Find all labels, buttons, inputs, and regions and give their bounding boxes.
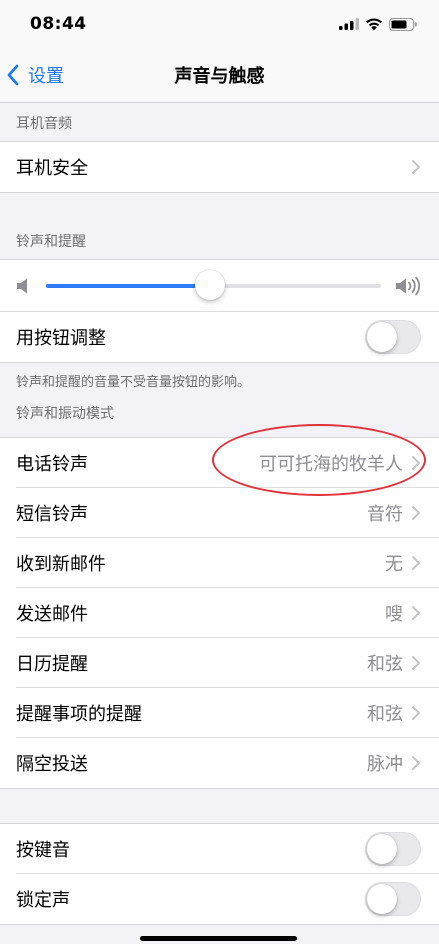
headphone-safety-row[interactable]: 耳机安全 <box>16 142 439 192</box>
sound-row-new-mail[interactable]: 收到新邮件 无 <box>16 538 439 588</box>
speaker-high-icon <box>396 276 420 295</box>
row-label: 提醒事项的提醒 <box>16 703 142 725</box>
ringer-volume-slider[interactable] <box>0 260 439 312</box>
speaker-low-icon <box>17 278 27 293</box>
row-value: 无 <box>385 553 403 575</box>
wifi-icon <box>366 18 382 30</box>
change-with-buttons-row: 用按钮调整 <box>16 312 439 362</box>
ringer-group: 用按钮调整 <box>0 259 439 363</box>
section-header-headphone: 耳机音频 <box>16 116 72 132</box>
chevron-right-icon <box>412 505 420 520</box>
sound-row-sent-mail[interactable]: 发送邮件 嗖 <box>16 588 439 638</box>
toggle-knob <box>367 833 397 864</box>
battery-icon <box>389 17 417 31</box>
row-label: 电话铃声 <box>16 453 88 475</box>
back-label: 设置 <box>28 66 64 87</box>
cellular-signal-icon <box>339 18 359 30</box>
chevron-right-icon <box>412 605 420 620</box>
status-icons <box>339 17 417 31</box>
keyboard-clicks-row: 按键音 <box>16 824 439 874</box>
row-label: 短信铃声 <box>16 503 88 525</box>
ringer-footer-note: 铃声和提醒的音量不受音量按钮的影响。 <box>16 375 251 390</box>
change-with-buttons-toggle[interactable] <box>365 320 421 354</box>
row-value: 和弦 <box>367 703 403 725</box>
sound-row-airdrop[interactable]: 隔空投送 脉冲 <box>16 738 439 788</box>
row-label: 收到新邮件 <box>16 553 106 575</box>
status-bar: 08:44 <box>0 0 439 48</box>
chevron-right-icon <box>412 455 420 470</box>
back-button[interactable]: 设置 <box>6 62 64 88</box>
row-value: 嗖 <box>385 603 403 625</box>
row-value: 脉冲 <box>367 754 403 775</box>
home-indicator <box>140 936 297 941</box>
navigation-bar: 设置 声音与触感 <box>0 48 439 103</box>
chevron-right-icon <box>412 555 420 570</box>
chevron-right-icon <box>412 655 420 670</box>
lock-sound-row: 锁定声 <box>16 874 439 924</box>
row-label: 发送邮件 <box>16 603 88 625</box>
toggle-knob <box>367 884 397 914</box>
sound-row-text-tone[interactable]: 短信铃声 音符 <box>16 488 439 538</box>
headphone-group: 耳机安全 <box>0 141 439 193</box>
row-value: 和弦 <box>367 653 403 675</box>
section-header-patterns: 铃声和振动模式 <box>16 406 114 422</box>
section-header-ringer: 铃声和提醒 <box>16 234 86 250</box>
sound-row-reminder-alerts[interactable]: 提醒事项的提醒 和弦 <box>16 688 439 738</box>
row-label: 耳机安全 <box>16 158 88 179</box>
system-sounds-group: 按键音 锁定声 <box>0 823 439 925</box>
status-time: 08:44 <box>30 14 87 34</box>
row-value: 音符 <box>367 503 403 525</box>
volume-thumb[interactable] <box>195 269 226 300</box>
chevron-right-icon <box>412 756 420 770</box>
sound-row-calendar-alerts[interactable]: 日历提醒 和弦 <box>16 638 439 688</box>
keyboard-clicks-toggle[interactable] <box>365 831 421 866</box>
chevron-right-icon <box>412 705 420 720</box>
page-title: 声音与触感 <box>174 66 265 87</box>
row-value: 可可托海的牧羊人 <box>259 453 403 475</box>
lock-sound-toggle[interactable] <box>365 882 421 916</box>
toggle-knob <box>367 322 397 352</box>
chevron-left-icon <box>7 64 19 86</box>
row-label: 按键音 <box>16 839 70 861</box>
volume-fill <box>46 283 211 288</box>
chevron-right-icon <box>412 160 420 174</box>
sound-row-ringtone[interactable]: 电话铃声 可可托海的牧羊人 <box>16 438 439 488</box>
volume-track[interactable] <box>46 269 381 300</box>
row-label: 隔空投送 <box>16 754 88 775</box>
row-label: 锁定声 <box>16 890 70 911</box>
row-label: 用按钮调整 <box>16 328 106 349</box>
row-label: 日历提醒 <box>16 653 88 675</box>
patterns-group: 电话铃声 可可托海的牧羊人 短信铃声 音符 收到新邮件 无 发送邮件 嗖 日历提… <box>0 437 439 789</box>
